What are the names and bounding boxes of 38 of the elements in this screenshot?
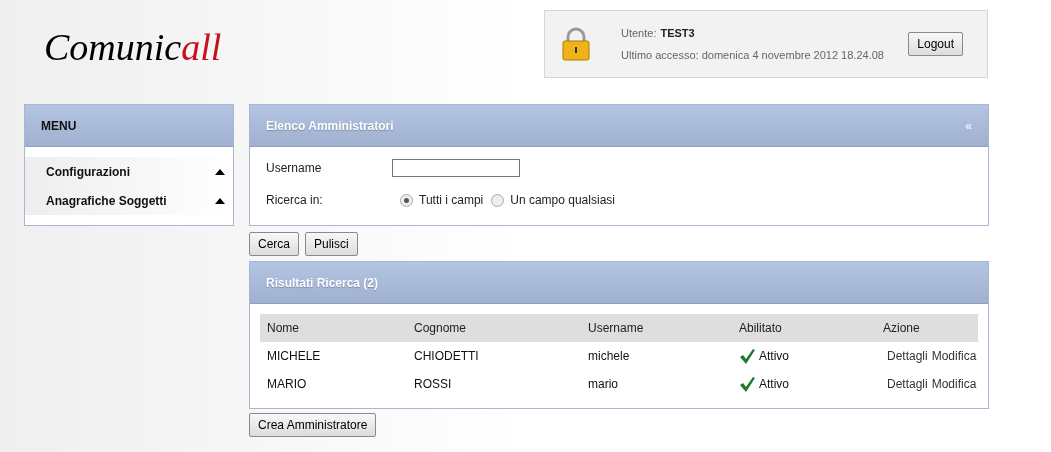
action-button[interactable]: Pulisci — [305, 232, 358, 256]
radio-button[interactable] — [491, 193, 505, 207]
action-link[interactable]: Modifica — [931, 347, 977, 365]
panel-title: Risultati Ricerca (2) — [266, 274, 379, 292]
radio-label: Un campo qualsiasi — [510, 192, 615, 209]
table-cell-text: CHIODETTI — [414, 348, 480, 365]
table-cell-text: ROSSI — [414, 376, 453, 393]
last-access-text: Ultimo accesso: domenica 4 novembre 2012 18.24.08 — [621, 48, 885, 63]
field-label: Username — [266, 160, 323, 177]
status-text: Attivo — [759, 348, 789, 365]
table-cell-text: MICHELE — [267, 348, 322, 365]
action-link[interactable]: Modifica — [931, 375, 977, 393]
checkmark-icon — [739, 376, 755, 392]
padlock-icon — [561, 27, 591, 61]
column-header: Username — [588, 320, 645, 337]
table-cell-text: michele — [588, 348, 631, 365]
user-label: Utente: — [621, 25, 657, 41]
column-header: Azione — [883, 320, 921, 337]
radio-button[interactable] — [400, 193, 413, 207]
logout-button[interactable]: Logout — [908, 32, 963, 56]
table-cell-text: MARIO — [267, 376, 308, 393]
column-header: Nome — [267, 320, 300, 337]
checkmark-icon — [739, 348, 755, 364]
radio-label: Tutti i campi — [419, 192, 484, 209]
create-button[interactable]: Crea Amministratore — [249, 413, 377, 437]
field-label: Ricerca in: — [266, 192, 324, 209]
user-name: TEST3 — [660, 25, 695, 41]
panel-title: Elenco Amministratori — [266, 117, 394, 135]
action-button[interactable]: Cerca — [249, 232, 299, 256]
action-link[interactable]: Dettagli — [887, 375, 928, 393]
column-header: Abilitato — [739, 320, 783, 337]
table-cell-text: mario — [588, 376, 619, 393]
logo: Comunicall — [44, 28, 223, 66]
status-text: Attivo — [759, 376, 789, 393]
username-field[interactable] — [392, 159, 520, 177]
menu-title: MENU — [41, 117, 77, 135]
action-link[interactable]: Dettagli — [887, 347, 928, 365]
column-header: Cognome — [414, 320, 468, 337]
